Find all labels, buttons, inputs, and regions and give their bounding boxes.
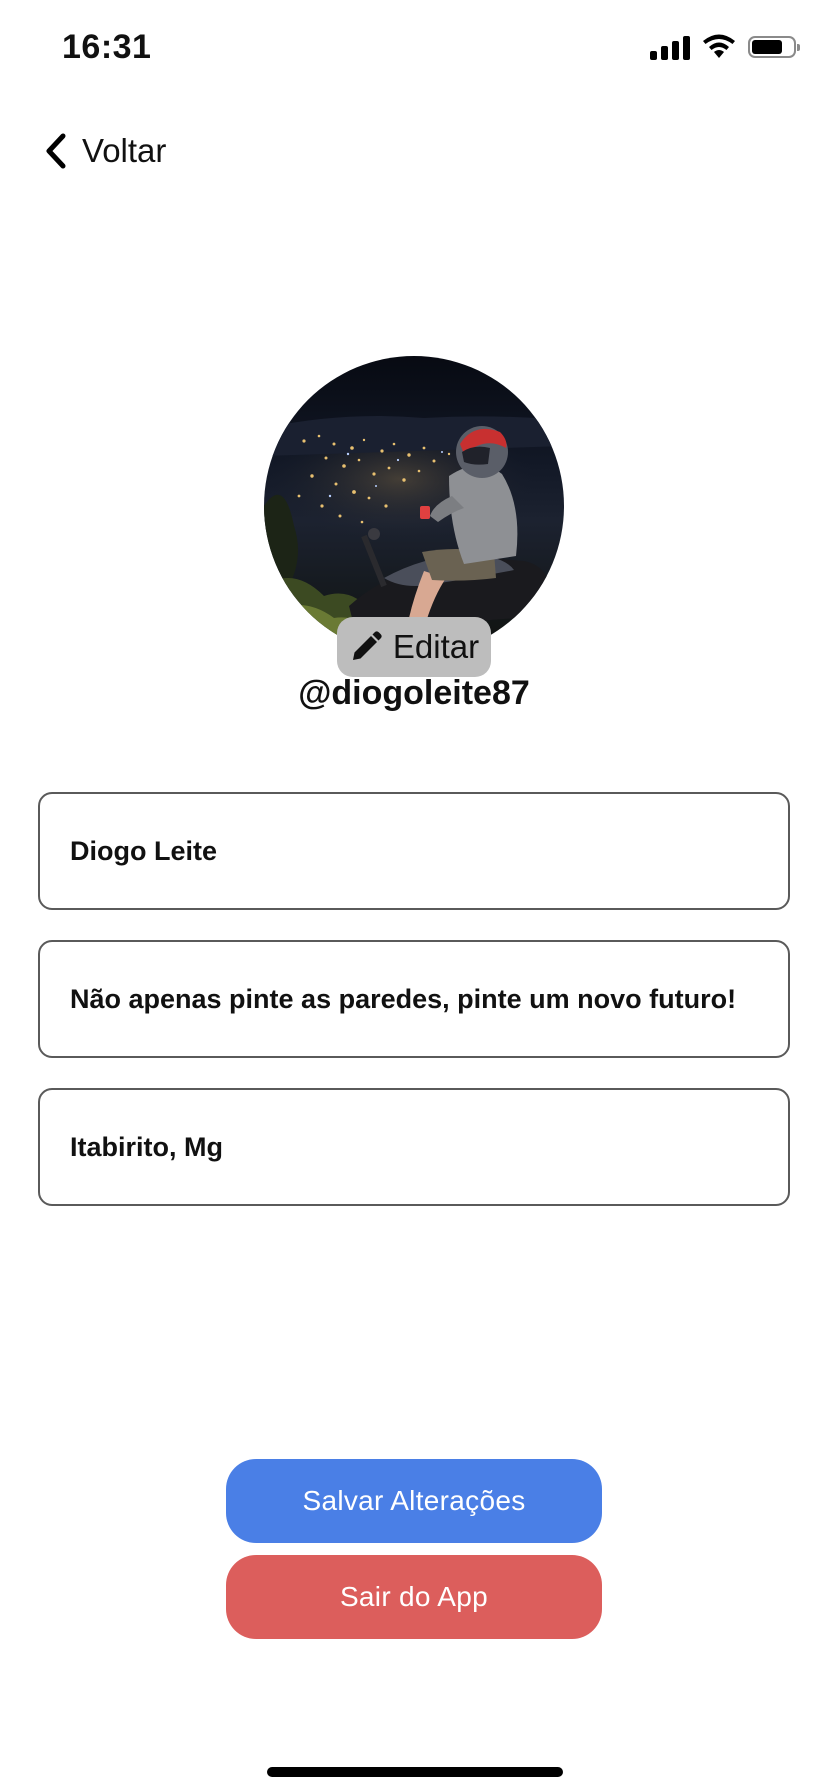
username: @diogoleite87 bbox=[298, 674, 530, 712]
back-label: Voltar bbox=[82, 132, 167, 169]
status-time: 16:31 bbox=[62, 28, 152, 66]
edit-label: Editar bbox=[392, 628, 480, 665]
bio-field[interactable]: Não apenas pinte as paredes, pinte um no… bbox=[38, 940, 790, 1058]
name-field[interactable]: Diogo Leite bbox=[38, 792, 790, 910]
edit-avatar-button[interactable]: Editar bbox=[337, 617, 491, 677]
location-field[interactable]: Itabirito, Mg bbox=[38, 1088, 790, 1206]
battery-level bbox=[752, 40, 782, 54]
avatar-photo bbox=[264, 356, 564, 656]
avatar[interactable] bbox=[264, 356, 564, 656]
logout-button[interactable]: Sair do App bbox=[226, 1555, 602, 1639]
pencil-icon bbox=[352, 631, 382, 660]
signal-icon bbox=[650, 34, 690, 60]
battery-icon bbox=[748, 36, 800, 58]
back-button[interactable]: Voltar bbox=[44, 132, 166, 170]
chevron-left-icon bbox=[46, 133, 66, 169]
home-indicator bbox=[267, 1767, 563, 1777]
save-changes-button[interactable]: Salvar Alterações bbox=[226, 1459, 602, 1543]
status-icons bbox=[650, 34, 800, 60]
wifi-icon bbox=[703, 34, 735, 58]
